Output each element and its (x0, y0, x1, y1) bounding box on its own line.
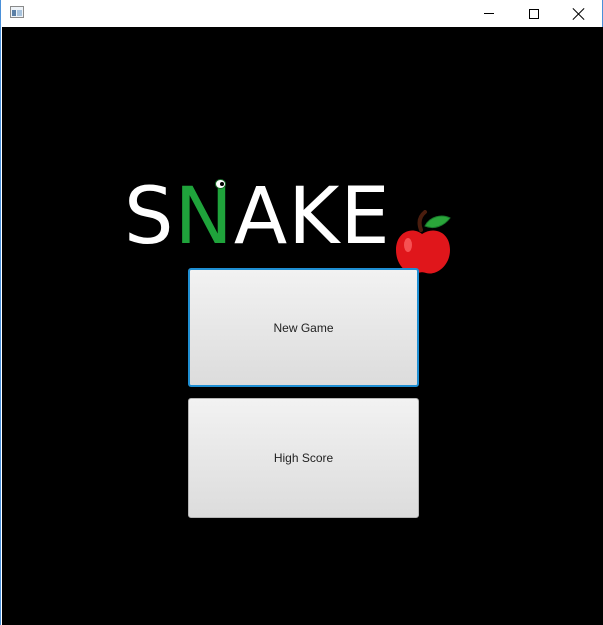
minimize-icon (484, 13, 494, 14)
minimize-button[interactable] (466, 0, 512, 27)
apple-icon (396, 210, 451, 274)
high-score-button[interactable]: High Score (188, 398, 419, 518)
snake-eye-icon (214, 179, 226, 189)
close-button[interactable] (556, 0, 602, 27)
snake-logo: S N A K E (124, 177, 391, 257)
logo-letter-a: A (233, 172, 289, 262)
app-window: S N A K E New Game High Score (0, 0, 603, 625)
close-icon (573, 8, 585, 20)
game-canvas: S N A K E New Game High Score (2, 27, 603, 625)
app-icon (10, 6, 24, 18)
maximize-icon (529, 8, 539, 19)
title-bar[interactable] (1, 0, 602, 27)
logo-letter-s: S (124, 172, 175, 262)
logo-letter-e: E (340, 172, 391, 262)
new-game-button[interactable]: New Game (188, 268, 419, 387)
logo-letter-k: K (288, 172, 341, 262)
logo-letter-n: N (175, 177, 234, 257)
maximize-button[interactable] (511, 0, 557, 27)
